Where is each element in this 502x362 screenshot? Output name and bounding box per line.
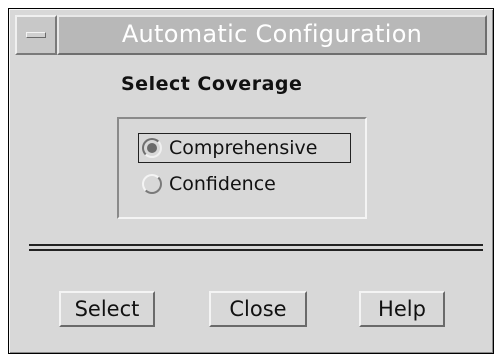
confidence-label: Confidence bbox=[169, 173, 276, 195]
help-button[interactable]: Help bbox=[359, 291, 445, 327]
separator-line bbox=[29, 244, 483, 246]
confidence-radio[interactable]: Confidence bbox=[139, 169, 339, 199]
comprehensive-radio[interactable]: Comprehensive bbox=[138, 133, 351, 163]
comprehensive-label: Comprehensive bbox=[169, 137, 318, 159]
select-button[interactable]: Select bbox=[59, 291, 155, 327]
window-menu-icon bbox=[26, 32, 46, 38]
title-bar: Automatic Configuration bbox=[15, 15, 487, 55]
window-title[interactable]: Automatic Configuration bbox=[57, 15, 487, 55]
automatic-configuration-dialog: Automatic Configuration Select Coverage … bbox=[8, 8, 494, 354]
coverage-radio-group: Comprehensive Confidence bbox=[117, 117, 367, 219]
window-menu-button[interactable] bbox=[15, 15, 57, 55]
coverage-heading: Select Coverage bbox=[121, 73, 303, 95]
close-button[interactable]: Close bbox=[209, 291, 307, 327]
radio-selected-icon bbox=[142, 138, 162, 158]
separator-line bbox=[29, 249, 483, 251]
radio-unselected-icon bbox=[142, 174, 162, 194]
